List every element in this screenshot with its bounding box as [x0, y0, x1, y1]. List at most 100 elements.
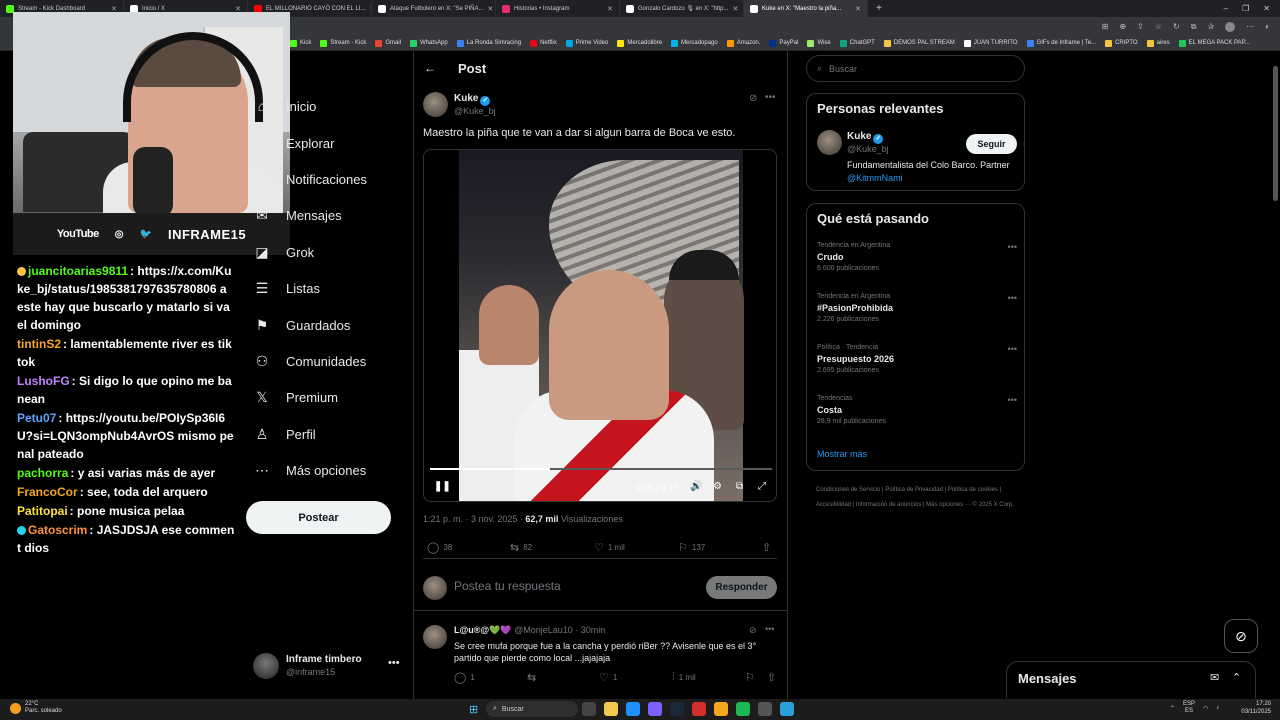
nav-item-premium[interactable]: 𝕏 Premium [254, 385, 338, 409]
trend-item[interactable]: Tendencia en Argentina #PasionProhibida 2.… [817, 293, 1017, 323]
minimize-button[interactable]: – [1224, 4, 1228, 13]
search-input[interactable]: ⌕ Buscar [806, 55, 1025, 82]
task-view-icon[interactable] [582, 702, 596, 716]
bookmark-item[interactable]: La Ronda Simracing [456, 39, 521, 47]
trend-item[interactable]: Tendencias Costa 28,9 mil publicaciones ••• [817, 395, 1017, 425]
tab-close-icon[interactable]: ✕ [732, 5, 738, 13]
bookmark-item[interactable]: Stream - Kick [320, 39, 366, 47]
wifi-icon[interactable]: ◠ [1203, 705, 1208, 712]
share-action[interactable]: ⇧ [762, 541, 771, 554]
app-icon-3[interactable] [714, 702, 728, 716]
trend-item[interactable]: Tendencia en Argentina Crudo 6.600 publica… [817, 242, 1017, 272]
video-player[interactable]: ❚❚ 0:06 / 0:17 🔊 ⚙ ⧉ ⤢ [423, 149, 777, 502]
tab-close-icon[interactable]: ✕ [488, 5, 494, 13]
bookmark-item[interactable]: Netflix [530, 39, 557, 47]
app-icon-1[interactable] [648, 702, 662, 716]
messages-drawer[interactable]: Mensajes ✉ ⌃ [1006, 661, 1256, 698]
relevant-avatar[interactable] [817, 130, 842, 155]
nav-item-más-opciones[interactable]: ⋯ Más opciones [254, 458, 366, 482]
fullscreen-icon[interactable]: ⤢ [758, 481, 766, 492]
browser-tab[interactable]: Historias • Instagram ✕ [496, 0, 620, 17]
show-more-link[interactable]: Mostrar más [817, 449, 867, 459]
puzzle-icon[interactable]: ⧉ [1191, 22, 1197, 32]
trend-more-icon[interactable]: ••• [1008, 293, 1017, 303]
bookmark-item[interactable]: Wise [807, 39, 831, 47]
spotify-icon[interactable] [736, 702, 750, 716]
tray-chevron-icon[interactable]: ⌃ [1170, 705, 1175, 712]
reload-icon[interactable]: ↻ [1173, 22, 1180, 31]
pip-icon[interactable]: ⧉ [736, 481, 743, 492]
reply-reply-action[interactable]: ◯ 1 [454, 671, 475, 684]
video-progress-bar[interactable] [430, 468, 772, 470]
scrollbar-thumb[interactable] [1273, 66, 1278, 201]
extensions-icon[interactable]: ⊞ [1102, 22, 1109, 31]
weather-widget[interactable]: 22°C Parc. soleado [10, 701, 62, 715]
nav-item-comunidades[interactable]: ⚇ Comunidades [254, 349, 367, 373]
settings-gear-icon[interactable]: ⚙ [713, 481, 722, 492]
author-handle[interactable]: @Kuke_bj [454, 106, 496, 116]
app-icon-2[interactable] [692, 702, 706, 716]
volume-icon[interactable]: 🔊 [690, 481, 702, 492]
file-explorer-icon[interactable] [604, 702, 618, 716]
account-switcher[interactable]: Inframe timbero @inframe15 ••• [253, 653, 403, 681]
bookmark-item[interactable]: EL MEGA PACK PAP... [1178, 39, 1250, 47]
reply-author-name[interactable]: L@u®@💚💜 [454, 625, 512, 635]
browser-tab[interactable]: Kuke en X: "Maestro la piña... ✕ [744, 0, 868, 17]
reply-post[interactable]: L@u®@💚💜 @MonjeLau10 · 30min ⊘ ••• Se cre… [413, 619, 788, 689]
telegram-icon[interactable] [780, 702, 794, 716]
reply-repost-action[interactable]: ⇆ [527, 671, 540, 684]
pause-icon[interactable]: ❚❚ [434, 481, 451, 492]
footer-links[interactable]: Condiciones de Servicio | Política de Pr… [816, 483, 1021, 513]
grok-fab-button[interactable]: ⊘ [1224, 619, 1258, 653]
bookmark-item[interactable]: ChatGPT [839, 39, 875, 47]
reply-button[interactable]: Responder [706, 576, 777, 599]
zoom-icon[interactable]: ⊕ [1119, 22, 1126, 31]
bookmark-item[interactable]: Kick [290, 39, 311, 47]
nav-item-mensajes[interactable]: ✉ Mensajes [254, 203, 342, 227]
bookmark-item[interactable]: Mercadopago [671, 39, 718, 47]
trend-more-icon[interactable]: ••• [1008, 344, 1017, 354]
bookmark-item[interactable]: DEMOS PAL STREAM [883, 39, 955, 47]
bookmark-item[interactable]: CRIPTO [1105, 39, 1138, 47]
reply-grok-icon[interactable]: ⊘ [749, 625, 757, 636]
bookmark-item[interactable]: PayPal [769, 39, 798, 47]
bookmark-item[interactable]: Amazon. [726, 39, 760, 47]
nav-item-perfil[interactable]: ♙ Perfil [254, 422, 316, 446]
bookmark-item[interactable]: aires [1146, 39, 1170, 47]
steam-icon[interactable] [670, 702, 684, 716]
reply-input[interactable]: Postea tu respuesta [454, 579, 561, 593]
maximize-button[interactable]: ❐ [1242, 4, 1249, 13]
bookmark-item[interactable]: GIFs de Inframe | Te... [1026, 39, 1096, 47]
bookmark-item[interactable]: Prime Video [565, 39, 608, 47]
nav-item-grok[interactable]: ◪ Grok [254, 240, 314, 264]
trend-more-icon[interactable]: ••• [1008, 242, 1017, 252]
share-icon[interactable]: ⇪ [1137, 22, 1144, 31]
relevant-handle[interactable]: @Kuke_bj [847, 144, 889, 154]
relevant-name[interactable]: Kuke ✓ [847, 131, 884, 144]
page-scrollbar[interactable] [1270, 51, 1280, 699]
browser-tab[interactable]: Gonzalo Cardozo 🎙 en X: "http... ✕ [620, 0, 744, 17]
bookmark-star-icon[interactable]: ☆ [1155, 22, 1162, 31]
nav-item-inicio[interactable]: ⌂ Inicio [254, 94, 317, 118]
post-more-icon[interactable]: ••• [765, 92, 776, 103]
favorites-icon[interactable]: ✰ [1207, 22, 1214, 31]
windows-start-icon[interactable]: ⊞ [469, 703, 478, 716]
app-icon-4[interactable] [758, 702, 772, 716]
reply-bookmark-action[interactable]: ⚐ [745, 671, 755, 684]
back-arrow-icon[interactable]: ← [424, 61, 436, 75]
language-indicator[interactable]: ESP ES [1183, 701, 1195, 715]
bookmark-action[interactable]: ⚐ 137 [678, 541, 705, 554]
tab-close-icon[interactable]: ✕ [855, 5, 861, 13]
author-name[interactable]: Kuke ✓ [454, 93, 491, 106]
grok-icon[interactable]: ⊘ [749, 93, 757, 104]
bookmark-item[interactable]: WhatsApp [410, 39, 448, 47]
trend-more-icon[interactable]: ••• [1008, 395, 1017, 405]
browser-tab[interactable]: Ataque Futbolero en X: "Se PIÑA... ✕ [372, 0, 496, 17]
volume-icon[interactable]: ♪ [1216, 705, 1219, 711]
menu-icon[interactable]: ⋯ [1246, 22, 1254, 31]
reply-author-avatar[interactable] [423, 625, 447, 649]
bookmark-item[interactable]: Mercadolibre [617, 39, 662, 47]
nav-item-explorar[interactable]: ⌕ Explorar [254, 131, 334, 155]
like-action[interactable]: ♡ 1 mil [594, 541, 625, 554]
account-more-icon[interactable]: ••• [388, 657, 400, 669]
